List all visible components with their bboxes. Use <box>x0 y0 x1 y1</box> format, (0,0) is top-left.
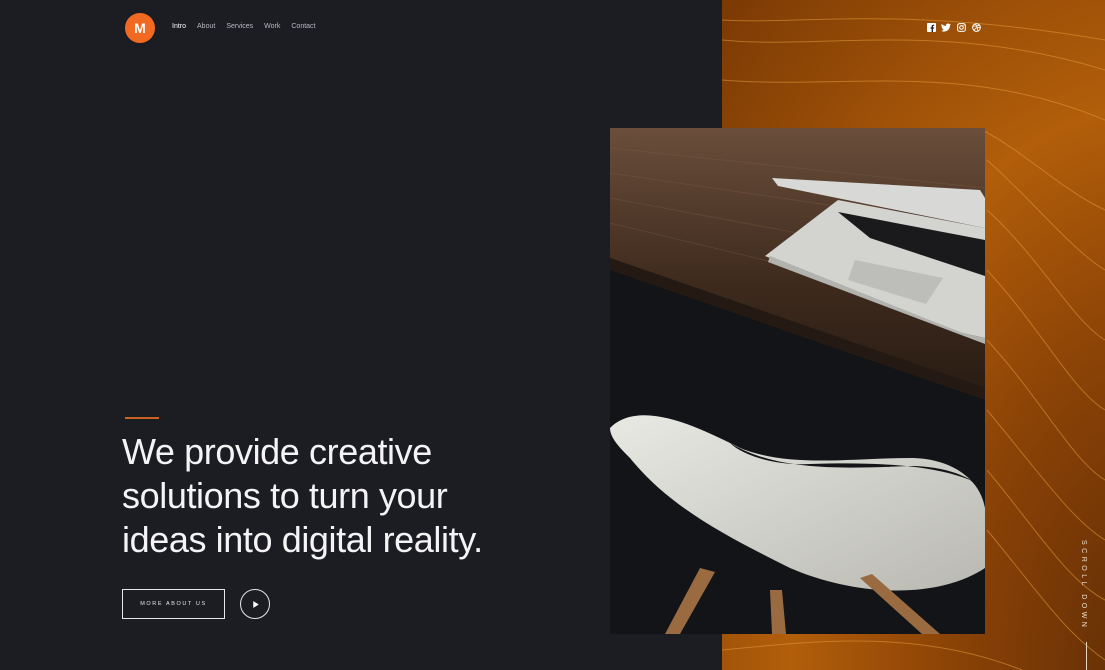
logo-letter: M <box>134 20 146 36</box>
facebook-icon[interactable] <box>926 22 936 32</box>
twitter-icon[interactable] <box>941 22 951 32</box>
scroll-down-line <box>1086 642 1087 670</box>
instagram-icon[interactable] <box>956 22 966 32</box>
nav-item-work[interactable]: Work <box>264 23 280 30</box>
headline-accent-line <box>125 417 159 419</box>
headline-line: solutions to turn your <box>122 475 448 516</box>
hero-photo-laptop-desk <box>610 128 985 634</box>
brand-logo[interactable]: M <box>125 13 155 43</box>
social-links <box>926 22 981 32</box>
play-icon <box>252 600 259 608</box>
scroll-down-link[interactable]: SCROLL DOWN <box>1080 540 1087 630</box>
play-video-button[interactable] <box>240 589 270 619</box>
headline-line: We provide creative <box>122 431 432 472</box>
nav-item-intro[interactable]: Intro <box>172 23 186 30</box>
more-about-us-button[interactable]: MORE ABOUT US <box>122 589 225 619</box>
headline-line: ideas into digital reality. <box>122 519 483 560</box>
main-nav: Intro About Services Work Contact <box>172 23 316 30</box>
hero-headline: We provide creative solutions to turn yo… <box>122 430 562 562</box>
nav-item-contact[interactable]: Contact <box>291 23 315 30</box>
dribbble-icon[interactable] <box>971 22 981 32</box>
nav-item-services[interactable]: Services <box>226 23 253 30</box>
nav-item-about[interactable]: About <box>197 23 215 30</box>
